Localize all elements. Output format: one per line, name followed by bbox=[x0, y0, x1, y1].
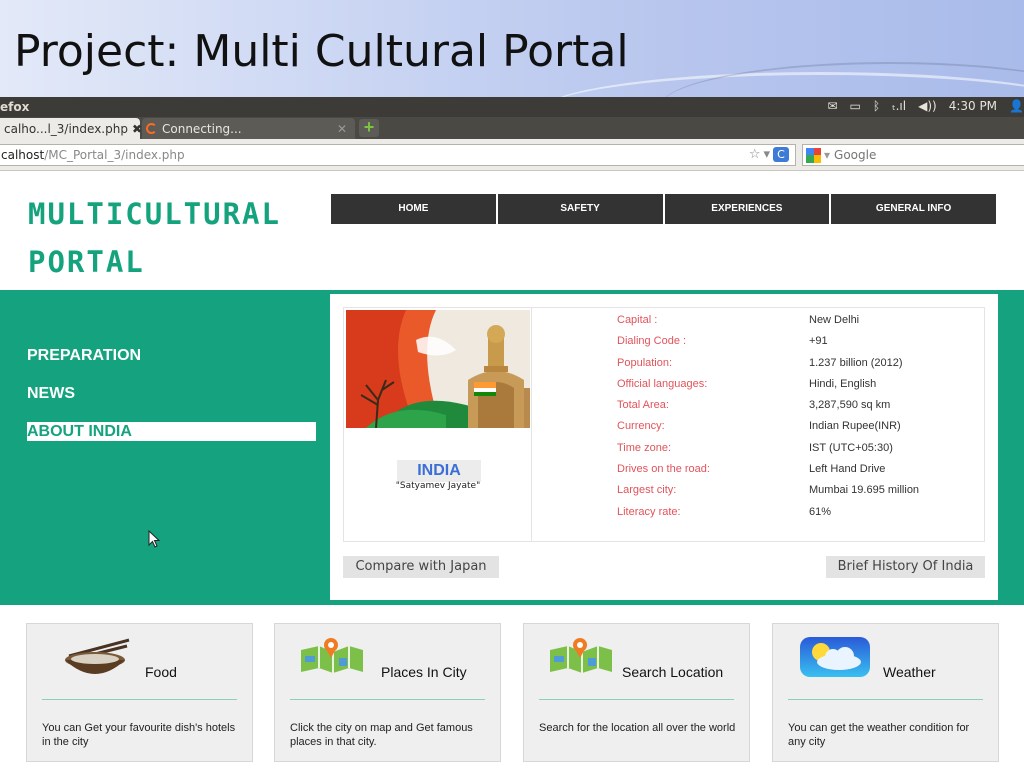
mail-icon[interactable]: ✉ bbox=[827, 99, 837, 113]
nav-safety[interactable]: SAFETY bbox=[497, 194, 663, 224]
side-menu: PREPARATION NEWS ABOUT INDIA bbox=[27, 346, 316, 460]
main-nav: HOME SAFETY EXPERIENCES GENERAL INFO bbox=[331, 194, 996, 224]
map-pin-icon bbox=[301, 638, 363, 673]
brief-history-button[interactable]: Brief History Of India bbox=[826, 556, 985, 578]
close-icon[interactable]: ✕ bbox=[337, 122, 347, 136]
fact-value: 1.237 billion (2012) bbox=[809, 356, 903, 369]
url-path: /MC_Portal_3/index.php bbox=[44, 148, 185, 162]
card-divider bbox=[42, 699, 237, 700]
site-logo[interactable]: MULTICULTURAL PORTAL bbox=[28, 190, 281, 286]
new-tab-button[interactable]: + bbox=[359, 118, 379, 137]
fact-value: Left Hand Drive bbox=[809, 463, 886, 476]
fact-value: IST (UTC+05:30) bbox=[809, 441, 893, 454]
card-divider bbox=[539, 699, 734, 700]
slide-banner: Project: Multi Cultural Portal bbox=[0, 0, 1024, 97]
nav-home[interactable]: HOME bbox=[331, 194, 496, 224]
card-title: Search Location bbox=[622, 664, 724, 680]
chevron-down-icon[interactable]: ▾ bbox=[824, 148, 830, 162]
chevron-down-icon[interactable]: ▾ bbox=[763, 147, 770, 162]
feature-card-weather[interactable]: Weather You can get the weather conditio… bbox=[772, 623, 999, 762]
window-app-name: efox bbox=[0, 100, 30, 114]
fact-label: Official languages: bbox=[617, 377, 708, 390]
food-bowl-icon bbox=[65, 638, 130, 674]
country-image-column: INDIA "Satyamev Jayate" bbox=[344, 308, 532, 541]
india-flag-emblem-image bbox=[346, 310, 530, 428]
url-host: calhost bbox=[1, 148, 45, 162]
side-item-preparation[interactable]: PREPARATION bbox=[27, 346, 316, 365]
os-top-panel: efox ✉ ▭ ᛒ ₜ.ıl ◀)) 4:30 PM 👤 bbox=[0, 97, 1024, 117]
card-description: You can get the weather condition for an… bbox=[788, 722, 970, 748]
clock[interactable]: 4:30 PM bbox=[949, 99, 997, 113]
nav-general-info[interactable]: GENERAL INFO bbox=[831, 194, 996, 224]
fact-value: Hindi, English bbox=[809, 377, 877, 390]
country-name: INDIA bbox=[397, 460, 481, 482]
fact-label: Literacy rate: bbox=[617, 505, 681, 518]
fact-label: Currency: bbox=[617, 420, 665, 433]
close-icon[interactable]: ✖ bbox=[132, 122, 142, 136]
card-description: You can Get your favourite dish's hotels… bbox=[42, 722, 236, 748]
bluetooth-icon[interactable]: ᛒ bbox=[873, 99, 880, 113]
logo-line-1: MULTICULTURAL bbox=[28, 197, 281, 231]
card-title: Places In City bbox=[381, 664, 467, 680]
fact-value: New Delhi bbox=[809, 314, 860, 326]
side-item-label: ABOUT INDIA bbox=[27, 423, 132, 440]
bookmark-star-icon[interactable]: ☆ bbox=[749, 147, 761, 162]
country-panel: INDIA "Satyamev Jayate" Capital : New Del… bbox=[330, 294, 998, 600]
mouse-cursor-icon bbox=[148, 530, 161, 548]
side-item-news[interactable]: NEWS bbox=[27, 384, 316, 403]
fact-value: Indian Rupee(INR) bbox=[809, 420, 901, 433]
card-description: Click the city on map and Get famous pla… bbox=[290, 722, 473, 748]
side-item-about-india[interactable]: ABOUT INDIA bbox=[27, 422, 316, 441]
slide-title: Project: Multi Cultural Portal bbox=[14, 26, 629, 77]
search-bar[interactable]: ▾ bbox=[802, 144, 1024, 166]
google-logo-icon[interactable] bbox=[806, 147, 821, 163]
fact-label: Largest city: bbox=[617, 484, 677, 497]
tab-label: calho...l_3/index.php bbox=[4, 121, 128, 136]
fact-value: +91 bbox=[809, 335, 828, 348]
tab-index-php[interactable]: calho...l_3/index.php ✖ bbox=[0, 118, 142, 139]
network-signal-icon[interactable]: ₜ.ıl bbox=[892, 99, 906, 113]
map-pin-icon bbox=[550, 638, 612, 673]
page-content: MULTICULTURAL PORTAL HOME SAFETY EXPERIE… bbox=[0, 172, 1024, 768]
logo-line-2: PORTAL bbox=[28, 245, 145, 279]
feature-card-places-in-city[interactable]: Places In City Click the city on map and… bbox=[274, 623, 501, 762]
volume-icon[interactable]: ◀)) bbox=[918, 99, 937, 113]
url-bar-icons: ☆ ▾ C bbox=[749, 147, 789, 162]
card-divider bbox=[290, 699, 485, 700]
fact-label: Total Area: bbox=[617, 399, 669, 412]
system-tray: ✉ ▭ ᛒ ₜ.ıl ◀)) 4:30 PM 👤 bbox=[827, 99, 1024, 113]
fact-label: Dialing Code : bbox=[617, 335, 687, 348]
tab-connecting[interactable]: Connecting... ✕ bbox=[142, 118, 355, 139]
card-description: Search for the location all over the wor… bbox=[539, 722, 736, 734]
banner-swoosh bbox=[660, 62, 1024, 97]
fact-label: Population: bbox=[617, 356, 673, 369]
url-bar[interactable]: calhost/MC_Portal_3/index.php ☆ ▾ C bbox=[0, 144, 796, 166]
card-title: Weather bbox=[883, 664, 936, 680]
country-motto: "Satyamev Jayate" bbox=[395, 481, 481, 491]
main-section: PREPARATION NEWS ABOUT INDIA INDIA "Saty… bbox=[0, 290, 1024, 605]
refresh-icon[interactable]: C bbox=[773, 147, 789, 162]
card-divider bbox=[788, 699, 983, 700]
weather-cloud-icon bbox=[800, 637, 870, 677]
country-info-card: INDIA "Satyamev Jayate" Capital : New Del… bbox=[343, 307, 985, 542]
loading-spinner-icon bbox=[146, 123, 157, 134]
fact-label: Drives on the road: bbox=[617, 463, 710, 476]
user-icon[interactable]: 👤 bbox=[1009, 99, 1024, 113]
battery-icon[interactable]: ▭ bbox=[850, 99, 861, 113]
compare-with-japan-button[interactable]: Compare with Japan bbox=[343, 556, 499, 578]
browser-nav-bar: calhost/MC_Portal_3/index.php ☆ ▾ C ▾ bbox=[0, 139, 1024, 171]
search-input[interactable] bbox=[834, 148, 985, 162]
fact-label: Time zone: bbox=[617, 441, 672, 454]
tab-label: Connecting... bbox=[162, 121, 242, 136]
feature-card-search-location[interactable]: Search Location Search for the location … bbox=[523, 623, 750, 762]
fact-value: 3,287,590 sq km bbox=[809, 399, 891, 412]
nav-experiences[interactable]: EXPERIENCES bbox=[664, 194, 830, 224]
card-title: Food bbox=[145, 664, 177, 680]
feature-card-food[interactable]: Food You can Get your favourite dish's h… bbox=[26, 623, 253, 762]
fact-value: Mumbai 19.695 million bbox=[809, 484, 920, 497]
fact-label: Capital : bbox=[617, 314, 658, 326]
browser-tab-bar: calho...l_3/index.php ✖ Connecting... ✕ … bbox=[0, 117, 1024, 139]
fact-value: 61% bbox=[809, 505, 832, 518]
